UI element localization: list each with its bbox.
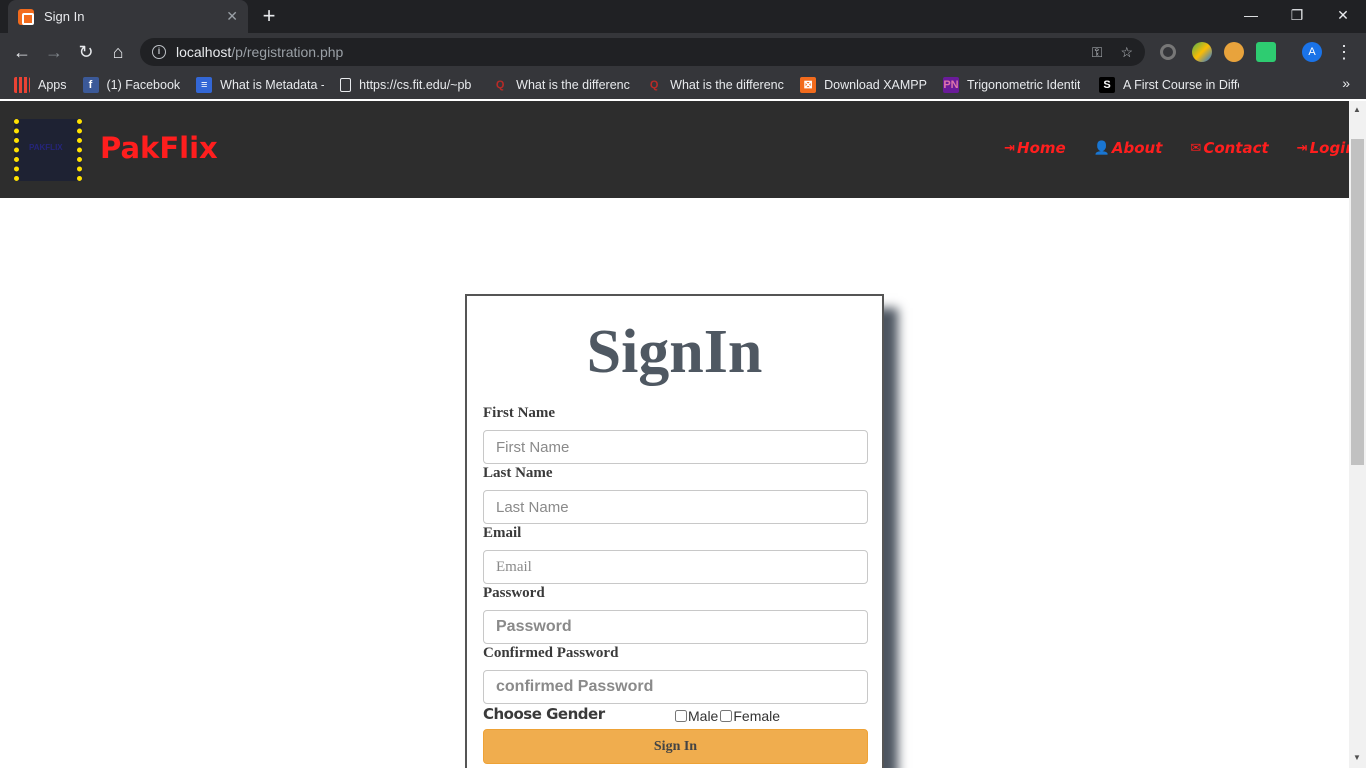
bookmark-star-icon[interactable]: ☆ xyxy=(1120,44,1133,61)
male-label: Male xyxy=(688,708,719,724)
extension-record-icon[interactable] xyxy=(1160,44,1176,60)
purple-icon: PN xyxy=(942,77,959,93)
extension-diamond-icon[interactable] xyxy=(1256,42,1276,62)
bookmark-trig[interactable]: PN Trigonometric Identit xyxy=(942,77,1083,93)
sign-in-icon: ⇥ xyxy=(1296,140,1308,156)
apps-grid-icon xyxy=(14,77,30,93)
site-header: PAKFLIX PakFlix ⇥ Home 👤 About ✉ Contact ⇥ L… xyxy=(0,101,1349,198)
page-icon xyxy=(340,78,352,92)
new-tab-button[interactable]: + xyxy=(256,4,282,30)
address-bar[interactable]: i localhost/p/registration.php ⚿ ☆ xyxy=(140,38,1145,66)
bookmark-quora-1[interactable]: Q What is the differenc xyxy=(492,77,630,93)
close-window-icon[interactable]: ✕ xyxy=(1320,0,1366,30)
last-name-input[interactable] xyxy=(483,490,868,524)
tab-strip: Sign In ✕ + — ❐ ✕ xyxy=(0,0,1366,33)
bookmarks-bar: Apps f (1) Facebook ≡ What is Metadata - 9… xyxy=(0,71,1366,99)
menu-kebab-icon[interactable]: ⋮ xyxy=(1331,39,1357,65)
envelope-icon: ✉ xyxy=(1190,140,1202,156)
user-icon: 👤 xyxy=(1093,140,1110,156)
form-title: SignIn xyxy=(586,318,763,386)
nav-login[interactable]: ⇥Login xyxy=(1297,139,1349,157)
web-page: PAKFLIX PakFlix ⇥ Home 👤 About ✉ Contact ⇥ L… xyxy=(0,101,1349,768)
signin-form-card: SignIn First Name Last Name Email Passwo… xyxy=(465,294,884,768)
first-name-input[interactable] xyxy=(483,430,868,464)
bookmark-cs-fit[interactable]: https://cs.fit.edu/~pb xyxy=(340,78,476,92)
female-label: Female xyxy=(733,708,781,724)
gender-label: Choose Gender xyxy=(483,705,605,723)
password-label: Password xyxy=(483,585,545,601)
male-checkbox[interactable] xyxy=(675,710,687,722)
facebook-icon: f xyxy=(82,77,99,93)
profile-avatar[interactable]: A xyxy=(1302,42,1322,62)
extension-globe-icon[interactable] xyxy=(1192,42,1212,62)
nav-contact[interactable]: ✉ Contact xyxy=(1190,139,1268,157)
extension-owl-icon[interactable] xyxy=(1224,42,1244,62)
password-input[interactable] xyxy=(483,610,868,644)
bookmark-metadata[interactable]: ≡ What is Metadata - 9 xyxy=(196,77,324,93)
reload-icon[interactable]: ↻ xyxy=(73,39,99,65)
back-icon[interactable]: ← xyxy=(9,39,35,65)
doc-blue-icon: ≡ xyxy=(196,77,213,93)
bookmark-first-course[interactable]: SA First Course in Diffe xyxy=(1098,77,1239,93)
page-scrollbar[interactable]: ▲ ▼ xyxy=(1349,101,1366,768)
browser-tab[interactable]: Sign In ✕ xyxy=(8,0,248,33)
site-logo[interactable]: PAKFLIX xyxy=(14,119,82,181)
home-icon[interactable]: ⌂ xyxy=(105,39,131,65)
confirm-password-input[interactable] xyxy=(483,670,868,704)
quora-icon: Q xyxy=(649,79,659,91)
close-tab-icon[interactable]: ✕ xyxy=(226,8,238,25)
gender-options: Male Female xyxy=(675,708,780,724)
email-input[interactable] xyxy=(483,550,868,584)
browser-toolbar: ← → ↻ ⌂ i localhost/p/registration.php ⚿… xyxy=(0,33,1366,71)
bookmark-facebook[interactable]: f (1) Facebook xyxy=(82,77,180,93)
xampp-favicon-icon xyxy=(18,8,34,25)
brand-name[interactable]: PakFlix xyxy=(100,131,218,165)
quora-icon: Q xyxy=(495,79,505,91)
nav-home[interactable]: ⇥ Home xyxy=(1004,139,1066,157)
minimize-icon[interactable]: — xyxy=(1228,0,1274,30)
email-label: Email xyxy=(483,525,522,541)
url-host: localhost xyxy=(176,44,232,60)
info-icon[interactable]: i xyxy=(152,45,166,59)
signin-button[interactable]: Sign In xyxy=(483,729,868,764)
sign-in-icon: ⇥ xyxy=(1004,140,1016,156)
key-icon[interactable]: ⚿ xyxy=(1092,44,1103,61)
forward-icon[interactable]: → xyxy=(41,39,67,65)
scroll-thumb[interactable] xyxy=(1351,139,1364,465)
s-icon: S xyxy=(1098,77,1115,93)
xampp-icon: ⊠ xyxy=(800,77,817,93)
confirm-password-label: Confirmed Password xyxy=(483,645,619,661)
first-name-label: First Name xyxy=(483,405,556,421)
scroll-up-icon[interactable]: ▲ xyxy=(1353,105,1361,114)
scroll-down-icon[interactable]: ▼ xyxy=(1353,753,1361,762)
nav-about[interactable]: 👤 About xyxy=(1094,139,1163,157)
tab-title: Sign In xyxy=(44,9,85,24)
main-nav: ⇥Home 👤About ✉Contact ⇥Login xyxy=(1004,139,1349,157)
bookmarks-overflow-icon[interactable]: » xyxy=(1342,75,1350,91)
female-checkbox[interactable] xyxy=(720,710,733,722)
bookmark-apps[interactable]: Apps xyxy=(14,77,67,93)
url-path: /p/registration.php xyxy=(231,44,344,60)
bookmark-xampp[interactable]: ⊠ Download XAMPP xyxy=(800,77,927,93)
last-name-label: Last Name xyxy=(483,465,553,481)
restore-icon[interactable]: ❐ xyxy=(1274,0,1320,30)
bookmark-quora-2[interactable]: Q What is the differenc xyxy=(646,77,784,93)
